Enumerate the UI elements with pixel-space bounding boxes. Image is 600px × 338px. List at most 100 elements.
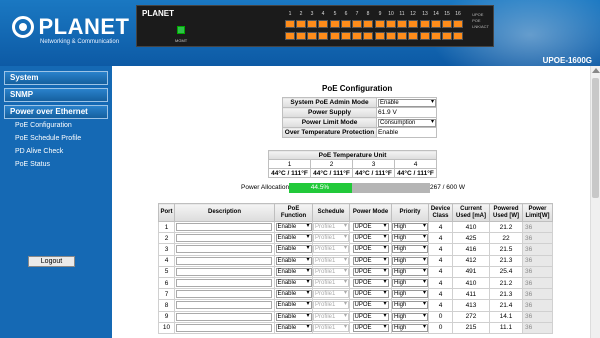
description-input[interactable]	[176, 256, 272, 265]
panel-port-lower-icon[interactable]	[330, 32, 340, 40]
poe-function-select[interactable]: Enable	[275, 301, 312, 310]
panel-port-upper-icon[interactable]	[341, 20, 351, 28]
panel-port-lower-icon[interactable]	[408, 32, 418, 40]
panel-port-upper-icon[interactable]	[420, 20, 430, 28]
vertical-scrollbar[interactable]	[590, 66, 600, 338]
priority-select[interactable]: High	[392, 267, 428, 276]
scroll-thumb[interactable]	[592, 78, 599, 198]
port-number: 8	[158, 299, 175, 312]
power-mode-select[interactable]: UPOE	[352, 312, 389, 321]
priority-select[interactable]: High	[392, 290, 428, 299]
priority-select[interactable]: High	[392, 256, 428, 265]
poe-function-select[interactable]: Enable	[275, 290, 312, 299]
panel-port-upper-icon[interactable]	[363, 20, 373, 28]
power-mode-select[interactable]: UPOE	[352, 256, 389, 265]
description-input[interactable]	[176, 223, 272, 232]
panel-port-lower-icon[interactable]	[318, 32, 328, 40]
panel-port-upper-icon[interactable]	[397, 20, 407, 28]
power-mode-select[interactable]: UPOE	[352, 267, 389, 276]
description-input[interactable]	[176, 279, 272, 288]
poe-function-select[interactable]: Enable	[275, 245, 312, 254]
description-input[interactable]	[176, 290, 272, 299]
power-mode-select[interactable]: UPOE	[352, 290, 389, 299]
panel-port-lower-icon[interactable]	[442, 32, 452, 40]
nav-power-over-ethernet[interactable]: Power over Ethernet	[4, 105, 108, 119]
panel-port-lower-icon[interactable]	[307, 32, 317, 40]
panel-port-upper-icon[interactable]	[285, 20, 295, 28]
priority-select[interactable]: High	[392, 234, 428, 243]
power-limit[interactable]: 36	[522, 243, 553, 256]
nav-snmp[interactable]: SNMP	[4, 88, 108, 102]
panel-port-lower-icon[interactable]	[453, 32, 463, 40]
power-limit[interactable]: 36	[522, 254, 553, 267]
poe-function-select[interactable]: Enable	[275, 279, 312, 288]
power-limit[interactable]: 36	[522, 288, 553, 301]
power-limit[interactable]: 36	[522, 220, 553, 234]
panel-port-upper-icon[interactable]	[307, 20, 317, 28]
power-limit[interactable]: 36	[522, 232, 553, 245]
device-class: 4	[428, 299, 453, 312]
poe-function-select[interactable]: Enable	[275, 267, 312, 276]
power-supply-value[interactable]: 61.9	[378, 109, 391, 116]
panel-port-lower-icon[interactable]	[431, 32, 441, 40]
power-mode-select[interactable]: UPOE	[352, 245, 389, 254]
admin-mode-select[interactable]: Enable	[378, 98, 436, 107]
panel-port-upper-icon[interactable]	[296, 20, 306, 28]
poe-function-select[interactable]: Enable	[275, 223, 312, 232]
panel-port-upper-icon[interactable]	[408, 20, 418, 28]
poe-function-select[interactable]: Enable	[275, 256, 312, 265]
priority-select[interactable]: High	[392, 323, 428, 332]
description-input[interactable]	[176, 234, 272, 243]
panel-port-lower-icon[interactable]	[375, 32, 385, 40]
panel-port-lower-icon[interactable]	[352, 32, 362, 40]
description-input[interactable]	[176, 245, 272, 254]
poe-function-select[interactable]: Enable	[275, 234, 312, 243]
priority-select[interactable]: High	[392, 301, 428, 310]
panel-port-lower-icon[interactable]	[363, 32, 373, 40]
panel-port-upper-icon[interactable]	[330, 20, 340, 28]
description-input[interactable]	[176, 312, 272, 321]
nav-system[interactable]: System	[4, 71, 108, 85]
panel-port-upper-icon[interactable]	[453, 20, 463, 28]
power-limit[interactable]: 36	[522, 265, 553, 278]
panel-port-lower-icon[interactable]	[397, 32, 407, 40]
priority-select[interactable]: High	[392, 312, 428, 321]
power-limit[interactable]: 36	[522, 321, 553, 334]
nav-link-poe-configuration[interactable]: PoE Configuration	[15, 122, 72, 129]
power-mode-select[interactable]: UPOE	[352, 279, 389, 288]
panel-port-upper-icon[interactable]	[375, 20, 385, 28]
panel-port-lower-icon[interactable]	[386, 32, 396, 40]
panel-port-upper-icon[interactable]	[431, 20, 441, 28]
power-mode-select[interactable]: UPOE	[352, 301, 389, 310]
power-limit-mode-select[interactable]: Consumption	[378, 118, 436, 127]
panel-port-upper-icon[interactable]	[442, 20, 452, 28]
panel-port-lower-icon[interactable]	[296, 32, 306, 40]
panel-port-upper-icon[interactable]	[386, 20, 396, 28]
logout-button[interactable]: Logout	[28, 256, 75, 267]
description-input[interactable]	[176, 323, 272, 332]
poe-function-select[interactable]: Enable	[275, 312, 312, 321]
mgmt-port-icon[interactable]	[177, 26, 185, 34]
poe-function-select[interactable]: Enable	[275, 323, 312, 332]
priority-select[interactable]: High	[392, 223, 428, 232]
power-limit[interactable]: 36	[522, 276, 553, 290]
nav-link-pd-alive-check[interactable]: PD Alive Check	[15, 148, 63, 155]
priority-select[interactable]: High	[392, 279, 428, 288]
panel-port-lower-icon[interactable]	[341, 32, 351, 40]
description-input[interactable]	[176, 267, 272, 276]
description-input[interactable]	[176, 301, 272, 310]
power-mode-select[interactable]: UPOE	[352, 323, 389, 332]
power-limit[interactable]: 36	[522, 299, 553, 312]
power-mode-select[interactable]: UPOE	[352, 234, 389, 243]
panel-port-upper-icon[interactable]	[352, 20, 362, 28]
power-mode-select[interactable]: UPOE	[352, 223, 389, 232]
panel-port-lower-icon[interactable]	[285, 32, 295, 40]
nav-link-poe-schedule-profile[interactable]: PoE Schedule Profile	[15, 135, 81, 142]
device-class: 4	[428, 254, 453, 267]
panel-port-lower-icon[interactable]	[420, 32, 430, 40]
panel-port-upper-icon[interactable]	[318, 20, 328, 28]
nav-link-poe-status[interactable]: PoE Status	[15, 161, 50, 168]
priority-select[interactable]: High	[392, 245, 428, 254]
power-limit[interactable]: 36	[522, 310, 553, 323]
scroll-up-arrow-icon[interactable]	[592, 68, 600, 73]
